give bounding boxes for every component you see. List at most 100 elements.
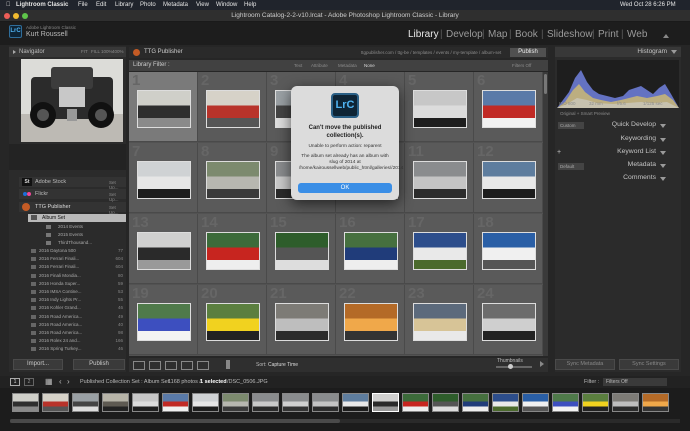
grid-cell[interactable]: 12	[474, 143, 543, 213]
sort-value[interactable]: Capture Time	[268, 362, 298, 368]
photo-thumbnail[interactable]	[482, 161, 536, 199]
filmstrip-thumbnail[interactable]	[462, 393, 489, 412]
photo-thumbnail[interactable]	[206, 303, 260, 341]
expand-triangle-icon[interactable]	[660, 124, 666, 128]
expand-triangle-icon[interactable]	[660, 177, 666, 181]
smart-preview-status[interactable]: Original + Smart Preview	[560, 111, 610, 116]
sub-event-row[interactable]: 2014 Events	[38, 224, 126, 231]
filter-tab-attribute[interactable]: Attribute	[311, 63, 328, 68]
close-window-button[interactable]	[4, 13, 10, 19]
grid-cell[interactable]: 8	[198, 143, 267, 213]
filter-select[interactable]: Filters Off	[603, 378, 667, 386]
photo-thumbnail[interactable]	[482, 90, 536, 128]
histogram-header[interactable]: Histogram	[555, 47, 681, 57]
module-web[interactable]: Web	[627, 29, 647, 40]
photo-thumbnail[interactable]	[137, 232, 191, 270]
expand-triangle-icon[interactable]	[660, 138, 666, 142]
photo-thumbnail[interactable]	[344, 232, 398, 270]
grid-cell[interactable]: 14	[198, 214, 267, 284]
grid-cell[interactable]: 23	[405, 285, 474, 355]
survey-view-icon[interactable]	[181, 361, 193, 370]
keywording-header[interactable]: Keywording	[620, 135, 656, 142]
slider-thumb[interactable]	[508, 364, 513, 369]
filmstrip-thumbnail[interactable]	[282, 393, 309, 412]
collection-row[interactable]: 2016 Road America... 49	[19, 314, 126, 321]
nav-fit[interactable]: FIT	[81, 47, 88, 57]
grid-cell[interactable]: 18	[474, 214, 543, 284]
sub-event-row[interactable]: ThirdThousand...	[38, 240, 126, 247]
people-view-icon[interactable]	[197, 361, 209, 370]
photo-thumbnail[interactable]	[413, 161, 467, 199]
filmstrip-thumbnail[interactable]	[642, 393, 669, 412]
collection-row[interactable]: 2016 Road America... 98	[19, 330, 126, 337]
menu-help[interactable]: Help	[244, 0, 256, 10]
navigator-preview[interactable]	[21, 59, 123, 142]
preset-custom-select[interactable]: Custom	[558, 122, 584, 129]
photo-thumbnail[interactable]	[206, 161, 260, 199]
grid-icon[interactable]: ▦	[45, 377, 53, 386]
menu-library[interactable]: Library	[115, 0, 133, 10]
photo-thumbnail[interactable]	[482, 303, 536, 341]
grid-cell[interactable]: 19	[129, 285, 198, 355]
metadata-preset-select[interactable]: Default	[558, 163, 584, 170]
filmstrip-thumbnail[interactable]	[72, 393, 99, 412]
navigator-header[interactable]: Navigator FIT FILL 100% 400%	[9, 47, 126, 57]
service-adobe-stock[interactable]: St Adobe Stock Set Up...	[19, 177, 126, 190]
toolbar-menu-triangle-icon[interactable]	[540, 361, 544, 367]
collection-row[interactable]: 2016 Finali Mondia... 80	[19, 273, 126, 280]
nav-fill[interactable]: FILL	[91, 47, 100, 57]
menu-window[interactable]: Window	[216, 0, 237, 10]
breadcrumb[interactable]: Published Collection Set : Album Set	[80, 379, 169, 385]
forward-arrow-icon[interactable]: ›	[67, 377, 70, 386]
collapse-triangle-icon[interactable]	[671, 50, 677, 54]
expand-triangle-icon[interactable]	[660, 164, 666, 168]
collection-row[interactable]: 2016 Ferrari Finali... 604	[19, 264, 126, 271]
filmstrip-thumbnail[interactable]	[492, 393, 519, 412]
module-map[interactable]: Map	[488, 29, 507, 40]
grid-cell[interactable]: 7	[129, 143, 198, 213]
photo-thumbnail[interactable]	[413, 303, 467, 341]
painter-icon[interactable]	[226, 360, 230, 369]
grid-view-icon[interactable]	[133, 361, 145, 370]
collection-row[interactable]: 2016 Indy Lights Pr... 55	[19, 297, 126, 304]
filmstrip-thumbnail[interactable]	[522, 393, 549, 412]
photo-thumbnail[interactable]	[344, 303, 398, 341]
grid-cell[interactable]: 21	[267, 285, 336, 355]
nav-400[interactable]: 400%	[112, 47, 124, 57]
nav-100[interactable]: 100%	[101, 47, 113, 57]
filters-off-label[interactable]: Filters Off	[512, 63, 531, 68]
filmstrip-thumbnail[interactable]	[192, 393, 219, 412]
sync-settings-button[interactable]: Sync Settings	[619, 359, 679, 370]
photo-thumbnail[interactable]	[206, 232, 260, 270]
collection-row[interactable]: 2016 Spring Turkey... 46	[19, 346, 126, 353]
filmstrip-thumbnail[interactable]	[132, 393, 159, 412]
page-1-button[interactable]: 1	[10, 378, 20, 386]
filmstrip-thumbnail[interactable]	[402, 393, 429, 412]
photo-thumbnail[interactable]	[137, 161, 191, 199]
menu-view[interactable]: View	[196, 0, 209, 10]
expand-triangle-icon[interactable]	[660, 151, 666, 155]
back-arrow-icon[interactable]: ‹	[59, 377, 62, 386]
filmstrip-thumbnail[interactable]	[312, 393, 339, 412]
filmstrip-thumbnail[interactable]	[552, 393, 579, 412]
page-2-button[interactable]: 2	[24, 378, 34, 386]
filmstrip-thumbnail[interactable]	[222, 393, 249, 412]
panel-toggle-up-icon[interactable]	[663, 34, 669, 38]
filter-tab-metadata[interactable]: Metadata	[338, 63, 357, 68]
menu-metadata[interactable]: Metadata	[163, 0, 188, 10]
collection-row[interactable]: 2016 Rolex 24 and... 166	[19, 338, 126, 345]
grid-cell[interactable]: 15	[267, 214, 336, 284]
photo-thumbnail[interactable]	[137, 90, 191, 128]
grid-cell[interactable]: 5	[405, 72, 474, 142]
filmstrip-thumbnail[interactable]	[42, 393, 69, 412]
grid-cell[interactable]: 22	[336, 285, 405, 355]
menu-file[interactable]: File	[78, 0, 88, 10]
filmstrip-thumbnail[interactable]	[582, 393, 609, 412]
service-setup-link[interactable]: Set Up...	[109, 192, 126, 202]
service-ttg-publisher[interactable]: TTG Publisher Set Up...	[19, 202, 126, 215]
scrollbar-thumb[interactable]	[10, 419, 340, 423]
module-book[interactable]: Book	[515, 29, 538, 40]
grid-scrollbar[interactable]	[543, 72, 548, 356]
metadata-header[interactable]: Metadata	[628, 161, 656, 168]
sync-metadata-button[interactable]: Sync Metadata	[555, 359, 615, 370]
